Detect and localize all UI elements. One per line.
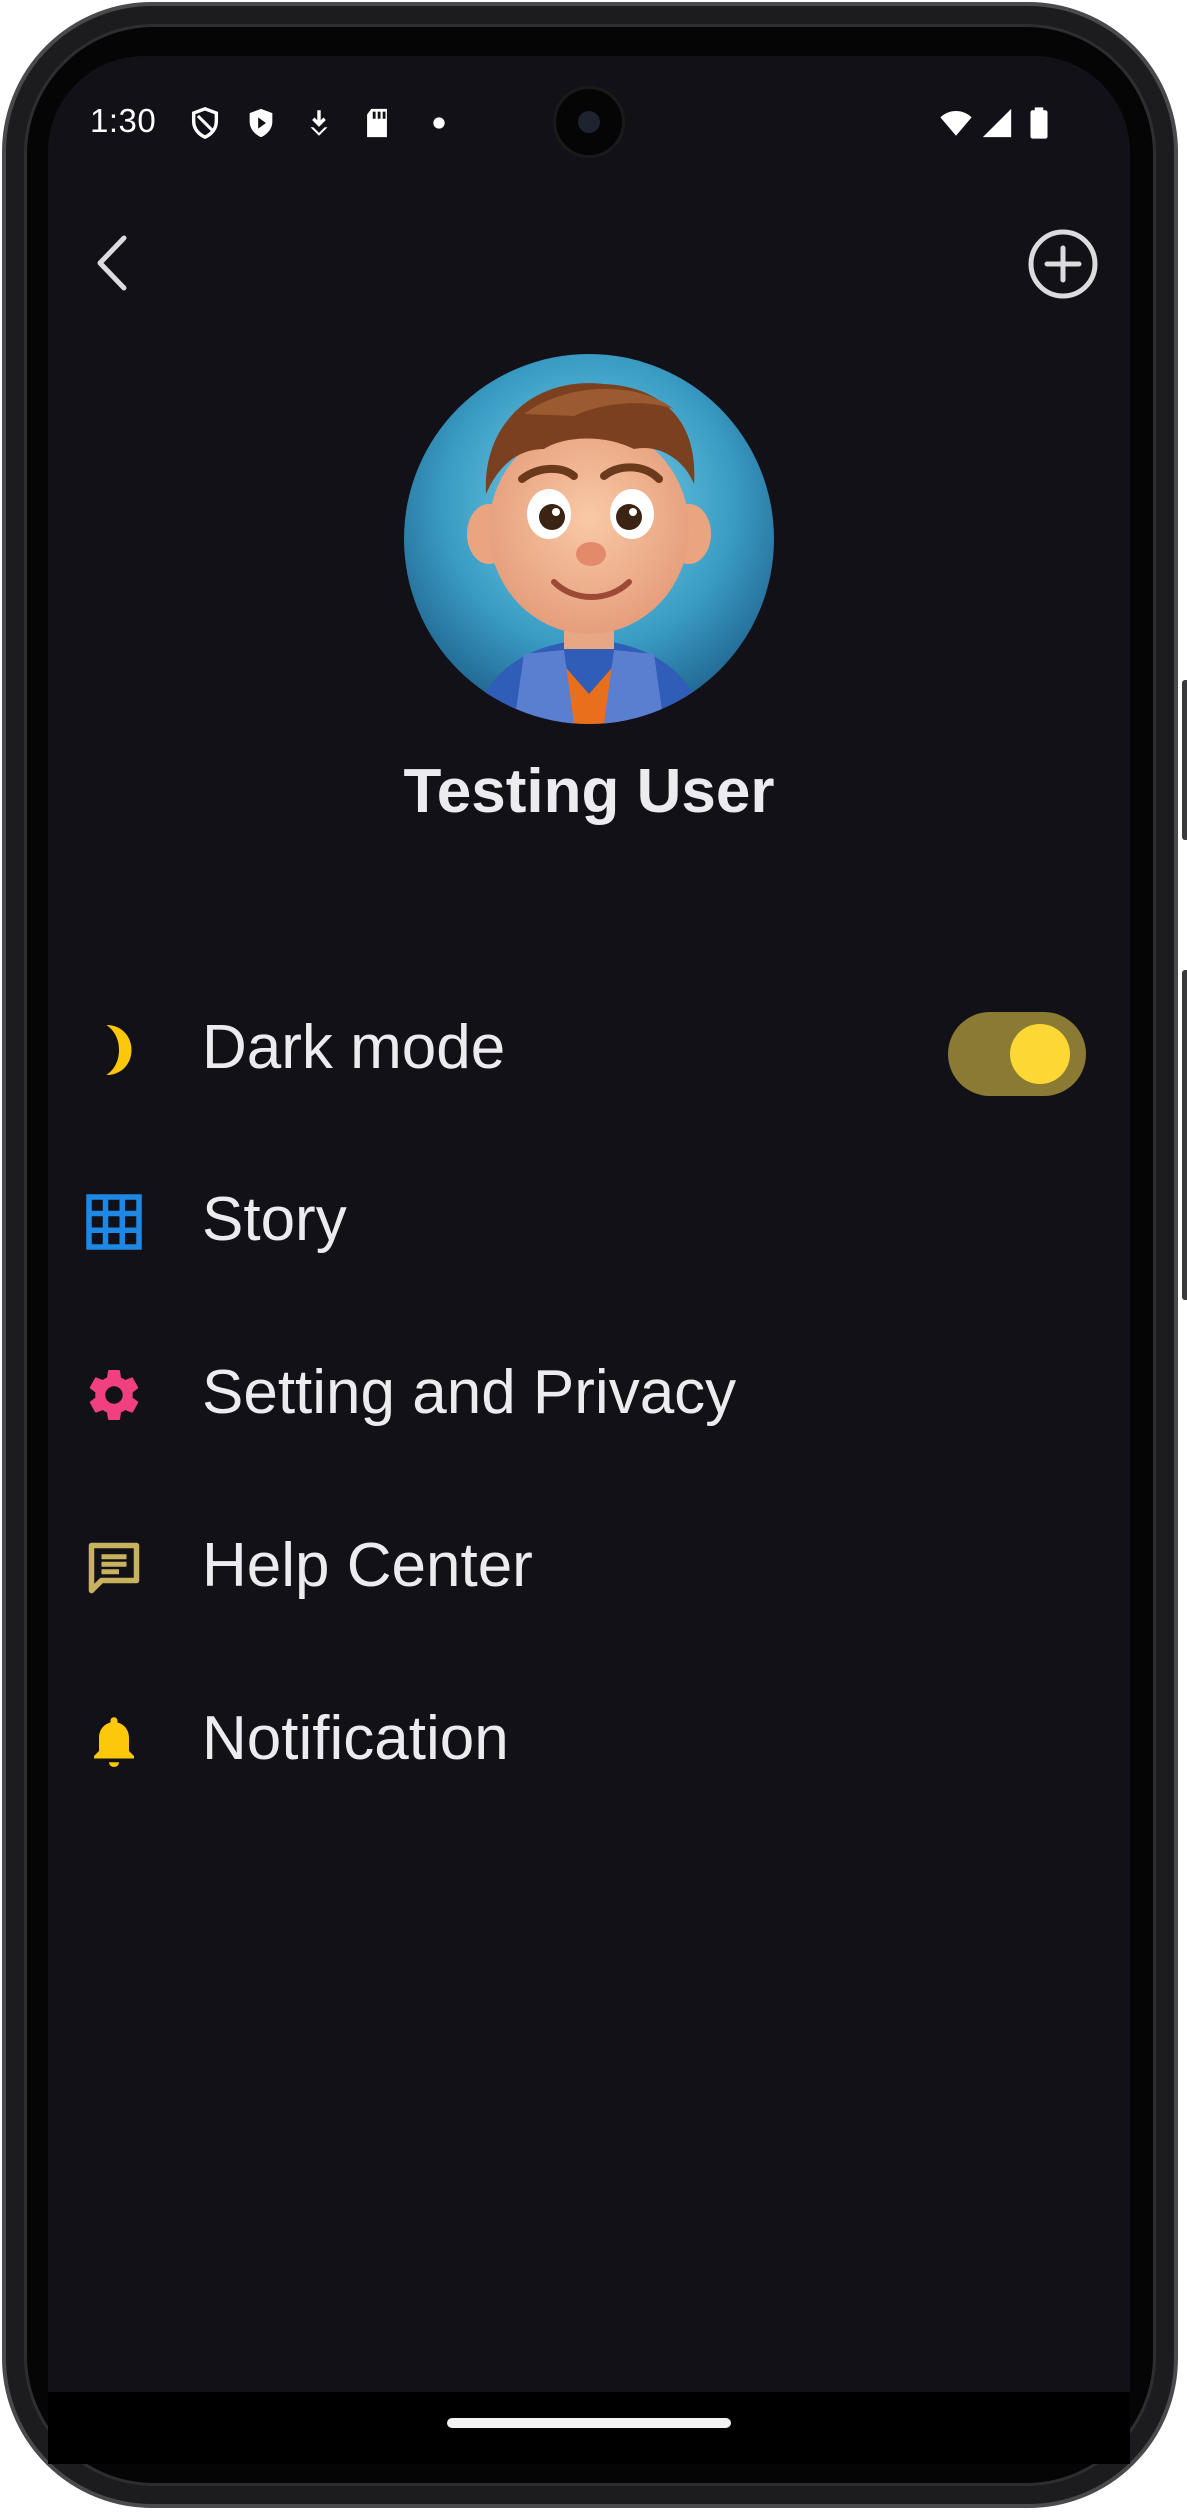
battery-icon (1030, 107, 1048, 139)
shield-play-icon (249, 108, 273, 138)
message-icon (88, 1542, 140, 1594)
toggle-knob (1010, 1024, 1070, 1084)
navigation-bar (48, 2392, 1130, 2464)
cartoon-boy-avatar (404, 354, 774, 724)
menu-item-label: Dark mode (202, 1013, 506, 1082)
phone-device: 1:30 Testing User Dark mode Story Settin… (0, 0, 1187, 2513)
sd-card-icon (367, 108, 387, 138)
moon-icon (106, 1025, 132, 1075)
status-time: 1:30 (90, 102, 157, 139)
profile-name: Testing User (403, 757, 775, 826)
front-camera (553, 86, 625, 158)
menu-item-story[interactable]: Story (48, 1140, 1130, 1300)
menu-item-label: Story (202, 1185, 347, 1254)
signal-icon (982, 108, 1012, 138)
power-button (1182, 970, 1187, 1300)
dark-mode-toggle[interactable] (948, 1012, 1086, 1096)
menu-item-help-center[interactable]: Help Center (48, 1486, 1130, 1646)
download-icon (310, 110, 328, 136)
bell-icon (94, 1717, 134, 1767)
menu-item-dark-mode[interactable]: Dark mode (48, 968, 1130, 1128)
avatar[interactable] (404, 354, 774, 724)
menu-item-notification[interactable]: Notification (48, 1659, 1130, 1819)
gear-icon (89, 1370, 139, 1420)
menu-item-label: Help Center (202, 1531, 533, 1600)
home-indicator[interactable] (447, 2418, 731, 2428)
menu-item-setting-privacy[interactable]: Setting and Privacy (48, 1313, 1130, 1473)
wifi-icon (940, 110, 972, 136)
volume-button (1182, 680, 1187, 840)
add-circle-icon (1028, 229, 1098, 299)
status-bar: 1:30 (48, 56, 1130, 186)
grid-icon (86, 1194, 142, 1250)
menu-item-label: Setting and Privacy (202, 1358, 737, 1427)
menu-item-label: Notification (202, 1704, 509, 1773)
dot-icon (433, 117, 445, 129)
chevron-left-icon (97, 235, 127, 291)
shield-outline-icon (191, 107, 219, 140)
add-button[interactable] (1025, 226, 1101, 302)
app-screen: 1:30 Testing User Dark mode Story Settin… (48, 56, 1130, 2392)
back-button[interactable] (86, 228, 146, 298)
